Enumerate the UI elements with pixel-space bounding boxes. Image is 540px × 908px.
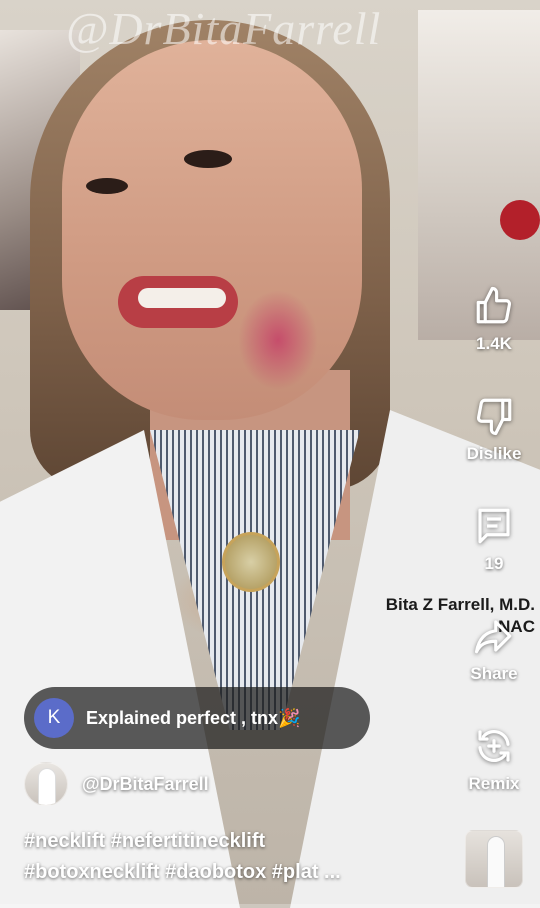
playback-progress-bar[interactable]	[0, 904, 540, 908]
remix-button[interactable]: Remix	[454, 722, 534, 794]
video-description[interactable]: #necklift #nefertitinecklift #botoxneckl…	[24, 826, 444, 888]
presenter-face	[62, 40, 362, 420]
makeup-mark	[238, 290, 318, 390]
comment-icon	[470, 502, 518, 550]
channel-handle[interactable]: @DrBitaFarrell	[82, 774, 209, 795]
remix-label: Remix	[468, 774, 520, 793]
channel-row[interactable]: @DrBitaFarrell	[24, 762, 209, 806]
comment-text: Explained perfect , tnx🎉	[86, 707, 301, 728]
commenter-avatar: K	[34, 698, 74, 738]
dislike-label: Dislike	[466, 444, 522, 463]
presenter-eye-left	[86, 178, 128, 194]
description-line2: #botoxnecklift #daobotox #plat ...	[24, 861, 341, 883]
top-comment-pill[interactable]: K Explained perfect , tnx🎉	[24, 687, 370, 749]
watermark: @DrBitaFarrell	[66, 3, 382, 54]
remix-icon	[470, 722, 518, 770]
thumbs-up-icon	[470, 282, 518, 330]
share-icon	[470, 612, 518, 660]
comments-button[interactable]: 19	[454, 502, 534, 574]
like-button[interactable]: 1.4K	[454, 282, 534, 354]
comment-count: 19	[484, 554, 504, 573]
necklace-pendant	[222, 532, 280, 592]
description-line1: #necklift #nefertitinecklift	[24, 830, 266, 852]
artwork-lips	[500, 200, 540, 240]
like-count: 1.4K	[476, 334, 512, 353]
video-player[interactable]: Bita Z Farrell, M.D. NAC @DrBitaFarrell …	[0, 0, 540, 908]
dislike-button[interactable]: Dislike	[454, 392, 534, 464]
presenter-eye-right	[184, 150, 232, 168]
presenter-teeth	[138, 288, 226, 308]
share-label: Share	[470, 664, 518, 683]
thumbs-down-icon	[470, 392, 518, 440]
channel-avatar[interactable]	[24, 762, 68, 806]
sound-thumbnail[interactable]	[465, 830, 523, 888]
share-button[interactable]: Share	[454, 612, 534, 684]
